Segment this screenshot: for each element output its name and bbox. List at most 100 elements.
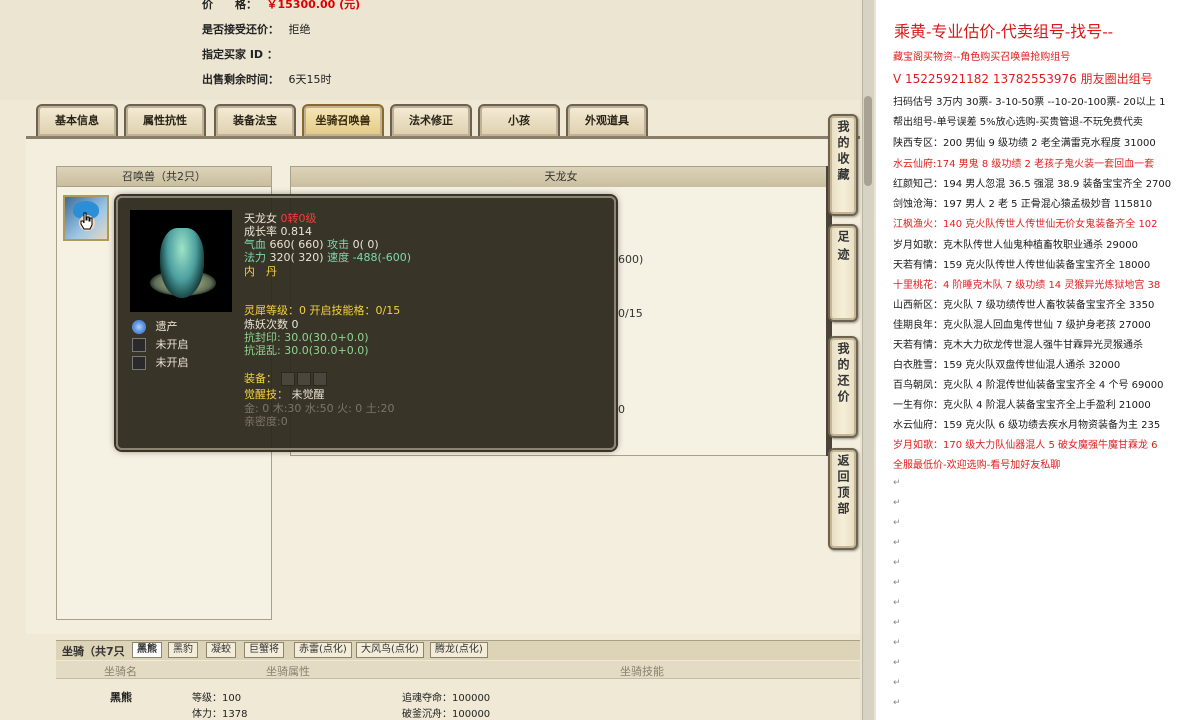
note-line: 十里桃花：4 阶睡克木队 7 级功绩 14 灵猴异光炼狱地宫 38 bbox=[893, 280, 1161, 291]
equip-slot-icon[interactable] bbox=[280, 372, 295, 386]
mount-stamina: 体力：1378 bbox=[192, 709, 248, 720]
equip-slot-icon[interactable] bbox=[312, 372, 327, 386]
back-to-top-label: 返回顶部 bbox=[836, 454, 850, 518]
intimacy-line: 亲密度:0 bbox=[244, 415, 288, 428]
mount-table-header bbox=[56, 661, 860, 679]
tab-spell-mods[interactable]: 法术修正 bbox=[390, 104, 472, 136]
tab-attributes[interactable]: 属性抗性 bbox=[124, 104, 206, 136]
note-line: 全服最低价-欢迎选购-看号加好友私聊 bbox=[893, 460, 1061, 471]
paragraph-mark: ↵ bbox=[893, 658, 901, 668]
note-line: 岁月如歌：170 级大力队仙器混人 5 破女魔强牛魔甘霖龙 6 bbox=[893, 440, 1158, 451]
footprints-label: 足迹 bbox=[836, 230, 850, 266]
mount-tab[interactable]: 黑豹 bbox=[168, 642, 198, 658]
note-title: 乘黄-专业估价-代卖组号-找号-- bbox=[894, 22, 1114, 41]
note-line: 天若有情：159 克火队传世人传世仙装备宝宝齐全 18000 bbox=[893, 260, 1151, 271]
note-line: 山西新区：克火队 7 级功绩传世人畜牧装备宝宝齐全 3350 bbox=[893, 300, 1155, 311]
paragraph-mark: ↵ bbox=[893, 478, 901, 488]
my-offers-label: 我的还价 bbox=[836, 342, 850, 406]
locked-slot-icon bbox=[132, 338, 146, 352]
note-line: 江枫渔火：140 克火队传世人传世仙无价女鬼装备齐全 102 bbox=[893, 219, 1158, 230]
paragraph-mark: ↵ bbox=[893, 618, 901, 628]
tab-equipment[interactable]: 装备法宝 bbox=[214, 104, 296, 136]
paragraph-mark: ↵ bbox=[893, 698, 901, 708]
note-line: 陕西专区：200 男仙 9 级功绩 2 老全满雷克水程度 31000 bbox=[893, 138, 1156, 149]
summon-tooltip: 天龙女 0转0级 成长率 0.814 气血 660( 660) 攻击 0( 0)… bbox=[116, 196, 616, 450]
equip-label: 装备： bbox=[244, 372, 277, 385]
footprints-button[interactable]: 足迹 bbox=[828, 224, 858, 322]
counter-offer-value: 拒绝 bbox=[288, 23, 311, 36]
paragraph-mark: ↵ bbox=[893, 598, 901, 608]
mount-tab[interactable]: 黑熊 bbox=[132, 642, 162, 658]
mount-tab[interactable]: 凝蛟 bbox=[206, 642, 236, 658]
time-left-value: 6天15时 bbox=[288, 73, 332, 86]
summon-list-header: 召唤兽（共2只） bbox=[57, 167, 271, 187]
skill-label: 未开启 bbox=[155, 338, 189, 351]
my-favorites-button[interactable]: 我的收藏 bbox=[828, 114, 858, 216]
detail-value: 0 bbox=[618, 403, 625, 416]
paragraph-mark: ↵ bbox=[893, 498, 901, 508]
paragraph-mark: ↵ bbox=[893, 638, 901, 648]
note-line: 百鸟朝凤：克火队 4 阶混传世仙装备宝宝齐全 4 个号 69000 bbox=[893, 380, 1164, 391]
listing-info-area bbox=[0, 0, 860, 100]
blue-orb-icon bbox=[132, 320, 146, 334]
locked-slot-icon bbox=[132, 356, 146, 370]
tab-mounts-summons[interactable]: 坐骑召唤兽 bbox=[302, 104, 384, 136]
skill-item[interactable]: 未开启 bbox=[132, 336, 189, 352]
mount-col-attr: 坐骑属性 bbox=[266, 665, 310, 678]
mount-col-skill: 坐骑技能 bbox=[620, 665, 664, 678]
game-panel: 价 格： ￥15300.00 (元) 是否接受还价： 拒绝 指定买家 ID ： … bbox=[0, 0, 860, 720]
note-line: 天若有情：克木大力砍龙传世混人强牛甘霖异光灵猴通杀 bbox=[893, 340, 1143, 351]
note-line: 藏宝阁买物资--角色购买召唤兽抢购组号 bbox=[893, 52, 1071, 63]
mount-skill: 破釜沉舟：100000 bbox=[402, 709, 491, 720]
hand-cursor-icon bbox=[80, 212, 93, 230]
note-line: 红颜知己：194 男人忽混 36.5 强混 38.9 装备宝宝齐全 2700 bbox=[893, 179, 1172, 190]
tab-basic-info[interactable]: 基本信息 bbox=[36, 104, 118, 136]
spd-label: 速度 bbox=[327, 251, 350, 264]
mount-name: 黑熊 bbox=[110, 691, 132, 704]
my-offers-button[interactable]: 我的还价 bbox=[828, 336, 858, 438]
tab-child[interactable]: 小孩 bbox=[478, 104, 560, 136]
detail-value: 600) bbox=[618, 253, 644, 266]
detail-value: 0/15 bbox=[618, 307, 643, 320]
mount-tab[interactable]: 大风鸟(点化) bbox=[356, 642, 424, 658]
skill-item[interactable]: 未开启 bbox=[132, 354, 189, 370]
note-line: 水云仙府:174 男鬼 8 级功绩 2 老孩子鬼火装一套回血一套 bbox=[893, 159, 1155, 170]
note-line: 帮出组号-单号误差 5%放心选购-买贵管退-不玩免费代卖 bbox=[893, 117, 1143, 128]
chaos-resist: 抗混乱: 30.0(30.0+0.0) bbox=[244, 344, 369, 357]
mount-tab[interactable]: 巨蟹将 bbox=[244, 642, 284, 658]
inner-dan: 内 丹 bbox=[244, 263, 277, 279]
price-row: 价 格： ￥15300.00 (元) bbox=[202, 0, 360, 12]
note-line: 水云仙府：159 克火队 6 级功绩去疾水月物资装备为主 235 bbox=[893, 420, 1161, 431]
skill-label: 遗产 bbox=[155, 320, 178, 333]
mp-value: 320( 320) bbox=[269, 251, 324, 264]
time-left-row: 出售剩余时间： 6天15时 bbox=[202, 71, 332, 87]
skill-item[interactable]: 遗产 bbox=[132, 318, 178, 334]
scrollbar-thumb[interactable] bbox=[864, 96, 872, 186]
back-to-top-button[interactable]: 返回顶部 bbox=[828, 448, 858, 550]
paragraph-mark: ↵ bbox=[893, 538, 901, 548]
tab-appearance[interactable]: 外观道具 bbox=[566, 104, 648, 136]
skill-label: 未开启 bbox=[155, 356, 189, 369]
note-line: 一生有你：克火队 4 阶混人装备宝宝齐全上手盈利 21000 bbox=[893, 400, 1151, 411]
price-value: ￥15300.00 (元) bbox=[266, 0, 361, 11]
inner-dan-label: 内 丹 bbox=[244, 265, 277, 278]
mount-tab[interactable]: 赤雷(点化) bbox=[294, 642, 352, 658]
note-line: 岁月如歌：克木队传世人仙鬼种植畜牧职业通杀 29000 bbox=[893, 240, 1138, 251]
note-line: 剑蚀沧海：197 男人 2 老 5 正骨混心猿孟极妙音 115810 bbox=[893, 199, 1153, 210]
counter-offer-label: 是否接受还价： bbox=[202, 23, 279, 36]
note-panel: 乘黄-专业估价-代卖组号-找号-- 藏宝阁买物资--角色购买召唤兽抢购组号 V 1… bbox=[876, 0, 1188, 720]
mount-tab[interactable]: 腾龙(点化) bbox=[430, 642, 488, 658]
mount-count: 坐骑（共7只 bbox=[62, 645, 125, 658]
mount-level: 等级：100 bbox=[192, 693, 242, 704]
buyer-label: 指定买家 ID ： bbox=[202, 48, 278, 61]
note-line: V 15225921182 13782553976 朋友圈出组号 bbox=[893, 72, 1153, 86]
note-line: 佳期良年：克火队混人回血鬼传世仙 7 级护身老孩 27000 bbox=[893, 320, 1151, 331]
paragraph-mark: ↵ bbox=[893, 678, 901, 688]
buyer-row: 指定买家 ID ： bbox=[202, 46, 284, 62]
counter-offer-row: 是否接受还价： 拒绝 bbox=[202, 21, 311, 37]
mount-col-name: 坐骑名 bbox=[104, 665, 137, 678]
mount-skill: 追魂夺命：100000 bbox=[402, 693, 491, 704]
equip-slot-icon[interactable] bbox=[296, 372, 311, 386]
spd-value: -488(-600) bbox=[352, 251, 412, 264]
note-line: 扫码估号 3万内 30票- 3-10-50票 --10-20-100票- 20以… bbox=[893, 97, 1166, 108]
